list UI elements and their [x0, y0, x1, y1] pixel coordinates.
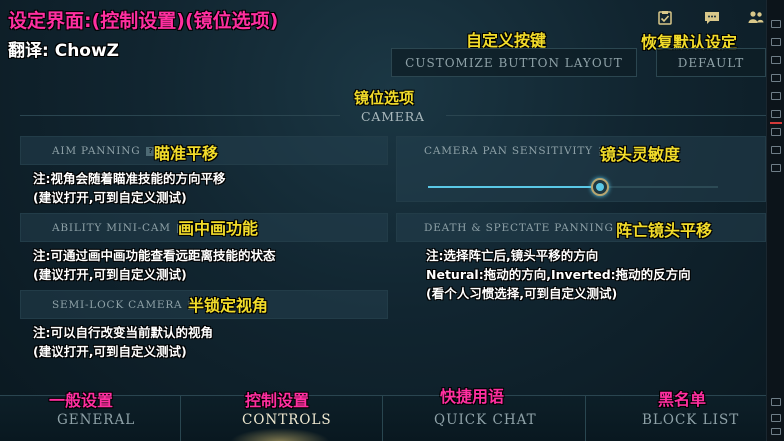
camera-section-label: CAMERA: [361, 109, 425, 124]
death-note-3: (看个人习惯选择,可到自定义测试): [426, 286, 618, 301]
keyboard-icon[interactable]: [771, 20, 781, 28]
translator-credit: 翻译: ChowZ: [8, 41, 120, 61]
sensitivity-slider-thumb[interactable]: [591, 178, 609, 196]
screenshot-icon[interactable]: [771, 56, 781, 64]
semi-lock-note-2: (建议打开,可到自定义测试): [33, 344, 187, 359]
tab-general[interactable]: GENERAL: [57, 412, 135, 428]
clipboard-check-icon[interactable]: [657, 11, 673, 25]
death-note-2: Netural:拖动的方向,Inverted:拖动的反方向: [426, 267, 691, 282]
ability-minicam-zh: 画中画功能: [178, 219, 259, 238]
sensitivity-slider-fill: [428, 186, 600, 188]
ability-minicam-label: ABILITY MINI-CAM?: [52, 222, 186, 234]
semi-lock-camera-zh: 半锁定视角: [188, 296, 269, 315]
tab-quick-chat[interactable]: QUICK CHAT: [434, 412, 537, 428]
customize-button-label: CUSTOMIZE BUTTON LAYOUT: [405, 55, 623, 70]
nav-general-zh: 一般设置: [49, 391, 114, 410]
camera-pan-sensitivity-text: CAMERA PAN SENSITIVITY: [424, 145, 593, 157]
death-note-1: 注:选择阵亡后,镜头平移的方向: [426, 248, 599, 263]
aim-panning-text: AIM PANNING: [52, 145, 141, 157]
death-spectate-panning-label: DEATH & SPECTATE PANNING?: [424, 222, 629, 234]
default-button-label: DEFAULT: [677, 55, 745, 70]
ability-minicam-note-1: 注:可通过画中画功能查看远距离技能的状态: [33, 248, 276, 263]
semi-lock-camera-text: SEMI-LOCK CAMERA: [52, 299, 183, 311]
tab-block-list[interactable]: BLOCK LIST: [642, 412, 739, 428]
nav-divider: [585, 395, 586, 441]
ability-minicam-note-2: (建议打开,可到自定义测试): [33, 267, 187, 282]
nav-controls-zh: 控制设置: [245, 391, 310, 410]
semi-lock-camera-label: SEMI-LOCK CAMERA?: [52, 299, 198, 311]
nav-quickchat-zh: 快捷用语: [440, 387, 505, 406]
overlay-title-text: 设定界面:(控制设置)(镜位选项): [8, 10, 279, 32]
home-icon[interactable]: [771, 414, 781, 422]
aim-panning-note-2: (建议打开,可到自定义测试): [33, 190, 187, 205]
location-icon[interactable]: [771, 92, 781, 100]
shake-icon[interactable]: [771, 128, 781, 136]
aim-panning-note-1: 注:视角会随着瞄准技能的方向平移: [33, 171, 226, 186]
record-icon[interactable]: [771, 146, 781, 154]
sensitivity-zh: 镜头灵敏度: [600, 145, 681, 164]
chat-bubble-icon[interactable]: [704, 11, 720, 25]
customize-button-layout-button[interactable]: CUSTOMIZE BUTTON LAYOUT: [391, 48, 637, 77]
ability-minicam-text: ABILITY MINI-CAM: [52, 222, 171, 234]
death-panning-zh: 阵亡镜头平移: [616, 221, 713, 240]
sidebar-accent: [770, 122, 782, 124]
semi-lock-note-1: 注:可以自行改变当前默认的视角: [33, 325, 213, 340]
default-button[interactable]: DEFAULT: [656, 48, 766, 77]
nav-divider: [180, 395, 181, 441]
more-icon[interactable]: [771, 164, 781, 172]
camera-section-zh: 镜位选项: [354, 89, 415, 107]
death-spectate-panning-text: DEATH & SPECTATE PANNING: [424, 222, 614, 234]
fullscreen-icon[interactable]: [771, 38, 781, 46]
camera-pan-sensitivity-label: CAMERA PAN SENSITIVITY?: [424, 145, 608, 157]
emulator-sidebar: [766, 0, 784, 441]
section-divider-left: [20, 115, 340, 116]
section-divider-right: [446, 115, 766, 116]
active-tab-glow: [230, 428, 330, 441]
friends-icon[interactable]: [748, 10, 764, 24]
recent-apps-icon[interactable]: [771, 428, 781, 435]
aim-panning-label: AIM PANNING?: [52, 145, 156, 157]
back-icon[interactable]: [771, 398, 781, 406]
overlay-title: 设定界面:(控制设置)(镜位选项): [8, 6, 278, 33]
tab-controls[interactable]: CONTROLS: [242, 412, 332, 428]
sensitivity-slider[interactable]: [428, 178, 718, 196]
nav-divider: [382, 395, 383, 441]
volume-icon[interactable]: [771, 74, 781, 82]
aim-panning-zh: 瞄准平移: [154, 144, 219, 163]
camera-icon[interactable]: [771, 110, 781, 118]
nav-blocklist-zh: 黑名单: [658, 390, 707, 409]
